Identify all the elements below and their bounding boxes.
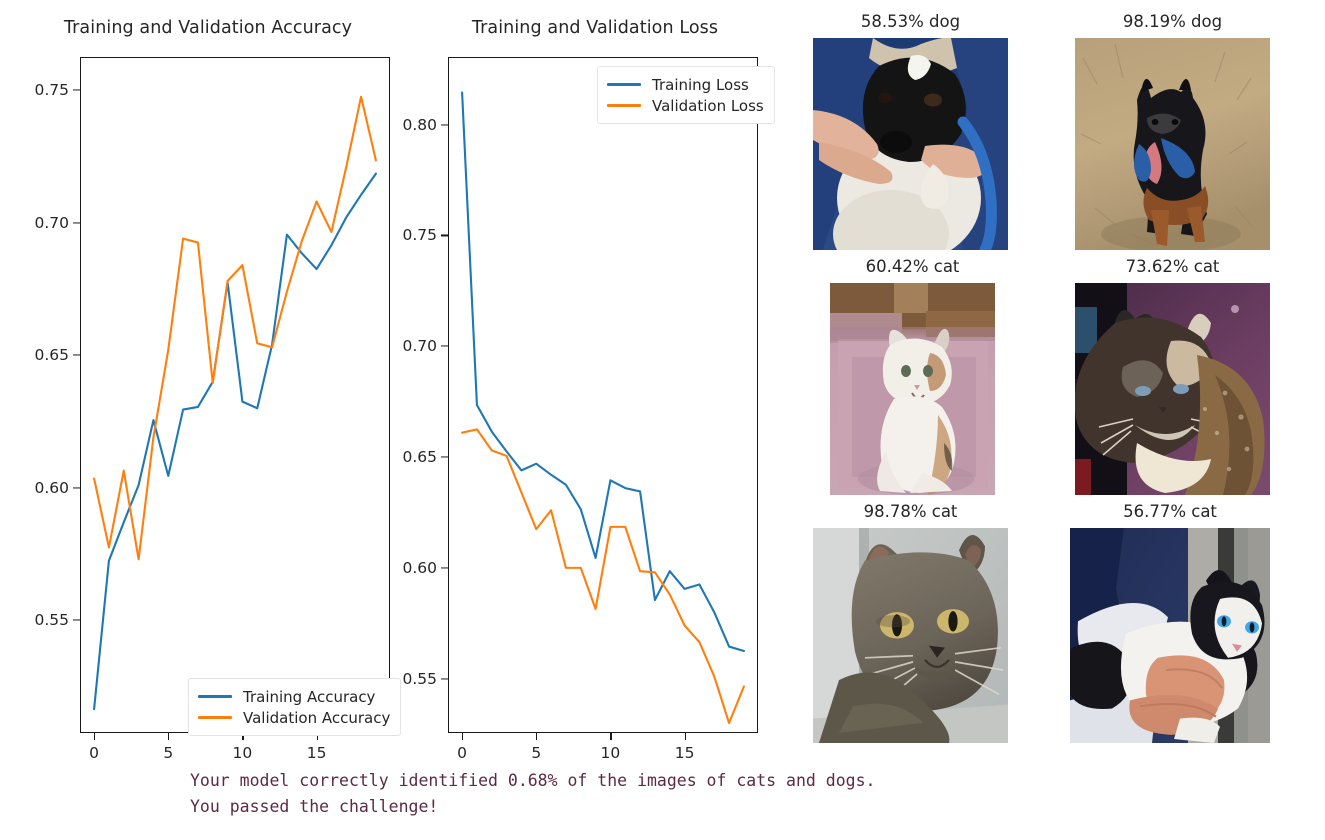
prediction-image-grid: 58.53% dog 98.19% dog 60.42% cat 73.62% … — [800, 12, 1325, 767]
figure-canvas: Training and Validation Accuracy 0.55 0.6… — [0, 0, 1325, 840]
legend-color-swatch — [607, 103, 641, 108]
legend-color-swatch — [198, 715, 232, 720]
accuracy-legend: Training Accuracy Validation Accuracy — [188, 678, 402, 736]
prediction-cell: 73.62% cat — [1075, 257, 1270, 495]
prediction-cell: 56.77% cat — [1070, 502, 1270, 743]
legend-color-swatch — [198, 694, 232, 699]
prediction-caption: 98.78% cat — [863, 502, 958, 521]
series-line — [461, 428, 745, 725]
prediction-caption: 58.53% dog — [860, 12, 961, 31]
legend-label: Validation Accuracy — [243, 708, 391, 727]
challenge-result-message: Your model correctly identified 0.68% of… — [190, 768, 875, 820]
legend-label: Validation Loss — [652, 96, 764, 115]
prediction-cell: 60.42% cat — [830, 257, 995, 495]
result-line-2: You passed the challenge! — [190, 797, 439, 816]
loss-legend: Training Loss Validation Loss — [597, 66, 775, 124]
result-line-1: Your model correctly identified 0.68% of… — [190, 771, 876, 790]
accuracy-chart: Training and Validation Accuracy 0.55 0.6… — [0, 18, 410, 770]
prediction-cell: 58.53% dog — [813, 12, 1008, 250]
loss-series-lines — [461, 91, 745, 725]
accuracy-series-lines — [93, 95, 377, 711]
loss-chart: Training and Validation Loss 0.55 0.60 0.6… — [400, 18, 790, 770]
prediction-caption: 98.19% dog — [1122, 12, 1223, 31]
legend-color-swatch — [607, 82, 641, 87]
prediction-cell: 98.19% dog — [1075, 12, 1270, 250]
prediction-caption: 56.77% cat — [1123, 502, 1217, 521]
legend-label: Training Accuracy — [243, 687, 376, 706]
legend-entry: Validation Accuracy — [198, 707, 390, 728]
prediction-caption: 73.62% cat — [1125, 257, 1220, 276]
legend-entry: Training Accuracy — [198, 686, 390, 707]
legend-label: Training Loss — [652, 75, 749, 94]
prediction-caption: 60.42% cat — [865, 257, 960, 276]
prediction-photo — [1070, 528, 1270, 743]
prediction-photo — [830, 283, 995, 495]
prediction-photo — [1075, 283, 1270, 495]
prediction-photo — [813, 528, 1008, 743]
prediction-photo — [1075, 38, 1270, 250]
legend-entry: Training Loss — [607, 74, 764, 95]
prediction-cell: 98.78% cat — [813, 502, 1008, 743]
legend-entry: Validation Loss — [607, 95, 764, 116]
prediction-photo — [813, 38, 1008, 250]
series-line — [93, 172, 377, 711]
